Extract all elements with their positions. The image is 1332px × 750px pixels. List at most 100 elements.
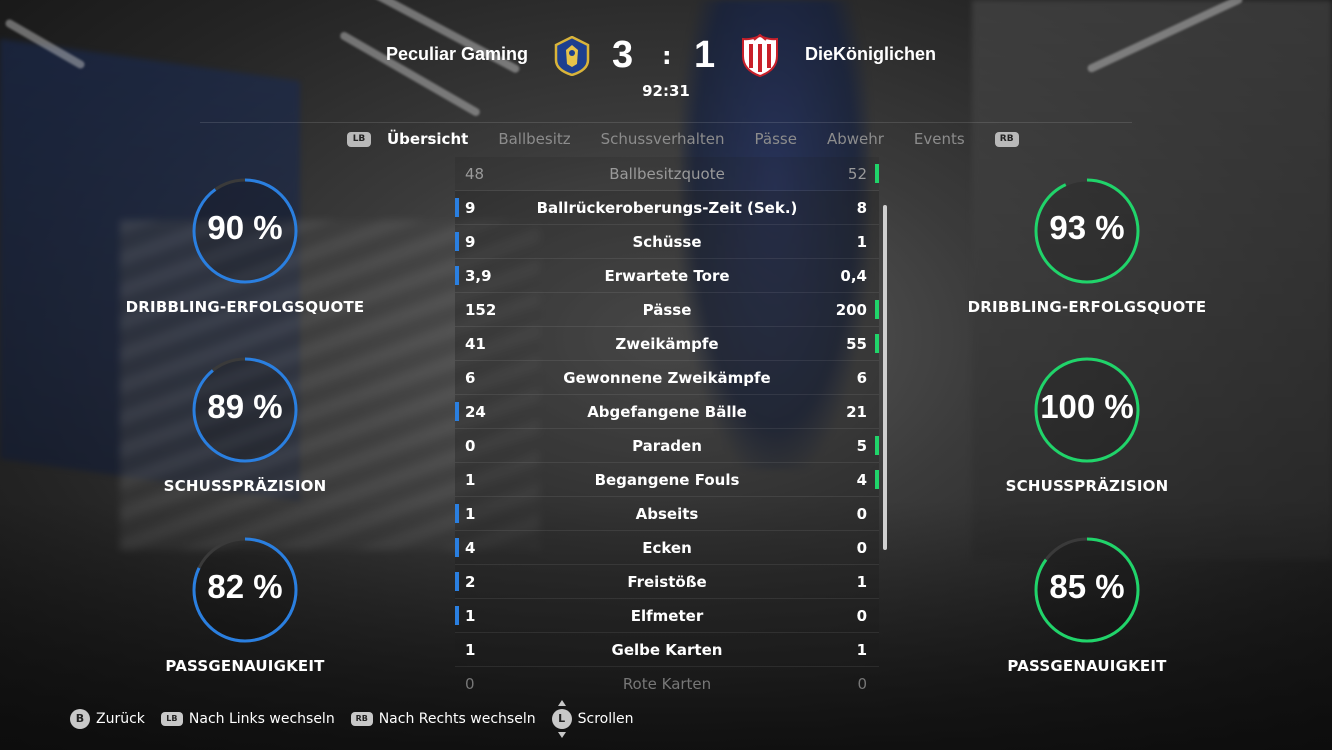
home-score: 3 [612,34,634,76]
switch-right-label: Nach Rechts wechseln [378,711,536,727]
home-gauge: 89 % SCHUSSPRÄZISION [125,355,365,495]
tab-events[interactable]: Events [914,130,965,148]
left-stick-icon: L [551,700,572,738]
away-gauge: 85 % PASSGENAUIGKEIT [967,535,1207,675]
gauge-label: DRIBBLING-ERFOLGSQUOTE [967,298,1207,316]
stat-label: Ballrückeroberungs-Zeit (Sek.) [536,199,798,217]
stat-row: 1 Abseits 0 [455,497,879,531]
back-label: Zurück [96,711,145,727]
gauge-label: SCHUSSPRÄZISION [1005,477,1169,495]
score-separator: : [662,42,672,70]
stat-label: Erwartete Tore [604,267,730,285]
tab-uebersicht[interactable]: Übersicht [387,130,468,148]
gauge-percentage: 82 % [207,568,283,605]
stat-label: Gewonnene Zweikämpfe [563,369,771,387]
stat-row: 24 Abgefangene Bälle 21 [455,395,879,429]
stat-label: Schüsse [632,233,702,251]
stat-away-value: 5 [856,437,867,455]
gauge-label: PASSGENAUIGKEIT [165,657,325,675]
stats-scrollbar[interactable] [883,205,887,550]
b-button-icon: B [70,709,90,729]
match-stats-table[interactable]: 48 Ballbesitzquote 52 9 Ballrückeroberungs-Z… [455,157,879,697]
stat-away-value: 21 [846,403,867,421]
stat-away-value: 1 [856,233,867,251]
stat-away-value: 200 [835,301,867,319]
away-score: 1 [694,34,716,76]
rb-button-icon[interactable]: RB [994,131,1019,147]
stat-row: 152 Pässe 200 [455,293,879,327]
stat-label: Rote Karten [622,675,712,693]
lb-button-icon: LB [160,712,183,726]
stat-away-value: 0,4 [840,267,867,285]
gauge-label: PASSGENAUIGKEIT [1007,657,1167,675]
stat-row: 2 Freistöße 1 [455,565,879,599]
stat-row: 41 Zweikämpfe 55 [455,327,879,361]
home-gauge: 90 % DRIBBLING-ERFOLGSQUOTE [125,176,365,316]
gauge-label: DRIBBLING-ERFOLGSQUOTE [125,298,365,316]
tab-ballbesitz[interactable]: Ballbesitz [498,130,570,148]
away-team-crest-icon [740,33,780,78]
stat-label: Ecken [642,539,692,557]
stat-away-value: 1 [856,573,867,591]
home-team-name: Peculiar Gaming [385,44,528,64]
stat-away-value: 1 [856,641,867,659]
stat-away-value: 6 [856,369,867,387]
stat-label: Ballbesitzquote [609,165,725,183]
stat-label: Abseits [635,505,699,523]
header-divider [200,122,1132,123]
tab-schussverhalten[interactable]: Schussverhalten [601,130,725,148]
stat-label: Paraden [632,437,702,455]
away-team-name: DieKöniglichen [805,44,937,64]
stat-row: 3,9 Erwartete Tore 0,4 [455,259,879,293]
gauge-percentage: 100 % [1040,388,1134,425]
gauge-percentage: 89 % [207,388,283,425]
rb-button-icon: RB [350,712,373,726]
stat-label: Abgefangene Bälle [587,403,747,421]
stat-away-value: 8 [856,199,867,217]
scroll-label: Scrollen [577,711,634,727]
stat-away-value: 4 [856,471,867,489]
stat-row: 1 Begangene Fouls 4 [455,463,879,497]
switch-right-hint[interactable]: RB Nach Rechts wechseln [350,711,536,727]
stat-away-value: 52 [847,165,867,183]
stat-label: Freistöße [627,573,707,591]
stat-label: Gelbe Karten [611,641,723,659]
stat-row: 48 Ballbesitzquote 52 [455,157,879,191]
stat-away-value: 0 [857,675,867,693]
stat-row: 0 Rote Karten 0 [455,667,879,697]
lb-button-icon[interactable]: LB [347,131,371,147]
stat-row: 0 Paraden 5 [455,429,879,463]
stat-label: Zweikämpfe [615,335,719,353]
stat-row: 4 Ecken 0 [455,531,879,565]
stat-row: 6 Gewonnene Zweikämpfe 6 [455,361,879,395]
stat-row: 1 Elfmeter 0 [455,599,879,633]
gauge-percentage: 93 % [1049,209,1125,246]
gauge-percentage: 85 % [1049,568,1125,605]
home-team-crest-icon [553,35,591,77]
tab-paesse[interactable]: Pässe [755,130,797,148]
stat-away-value: 0 [856,607,867,625]
stat-label: Begangene Fouls [594,471,740,489]
back-hint[interactable]: B Zurück [70,709,145,729]
stat-row: 9 Ballrückeroberungs-Zeit (Sek.) 8 [455,191,879,225]
tab-abwehr[interactable]: Abwehr [827,130,884,148]
match-clock: 92:31 [642,82,690,100]
stat-away-value: 0 [856,505,867,523]
stat-label: Pässe [642,301,692,319]
switch-left-label: Nach Links wechseln [188,711,335,727]
away-gauge: 93 % DRIBBLING-ERFOLGSQUOTE [967,176,1207,316]
away-gauge: 100 % SCHUSSPRÄZISION [967,355,1207,495]
stat-row: 9 Schüsse 1 [455,225,879,259]
stat-away-value: 55 [846,335,867,353]
stat-row: 1 Gelbe Karten 1 [455,633,879,667]
stat-label: Elfmeter [630,607,704,625]
stats-tab-bar: LB Übersicht Ballbesitz Schussverhalten … [347,130,1019,148]
gauge-percentage: 90 % [207,209,283,246]
score-header: Peculiar Gaming 3 : 1 DieKöniglichen 92:… [0,32,1332,123]
scroll-hint[interactable]: L Scrollen [551,700,634,738]
switch-left-hint[interactable]: LB Nach Links wechseln [160,711,335,727]
stat-away-value: 0 [856,539,867,557]
home-gauge: 82 % PASSGENAUIGKEIT [125,535,365,675]
button-hints: B Zurück LB Nach Links wechseln RB Nach … [70,700,649,738]
gauge-label: SCHUSSPRÄZISION [163,477,327,495]
